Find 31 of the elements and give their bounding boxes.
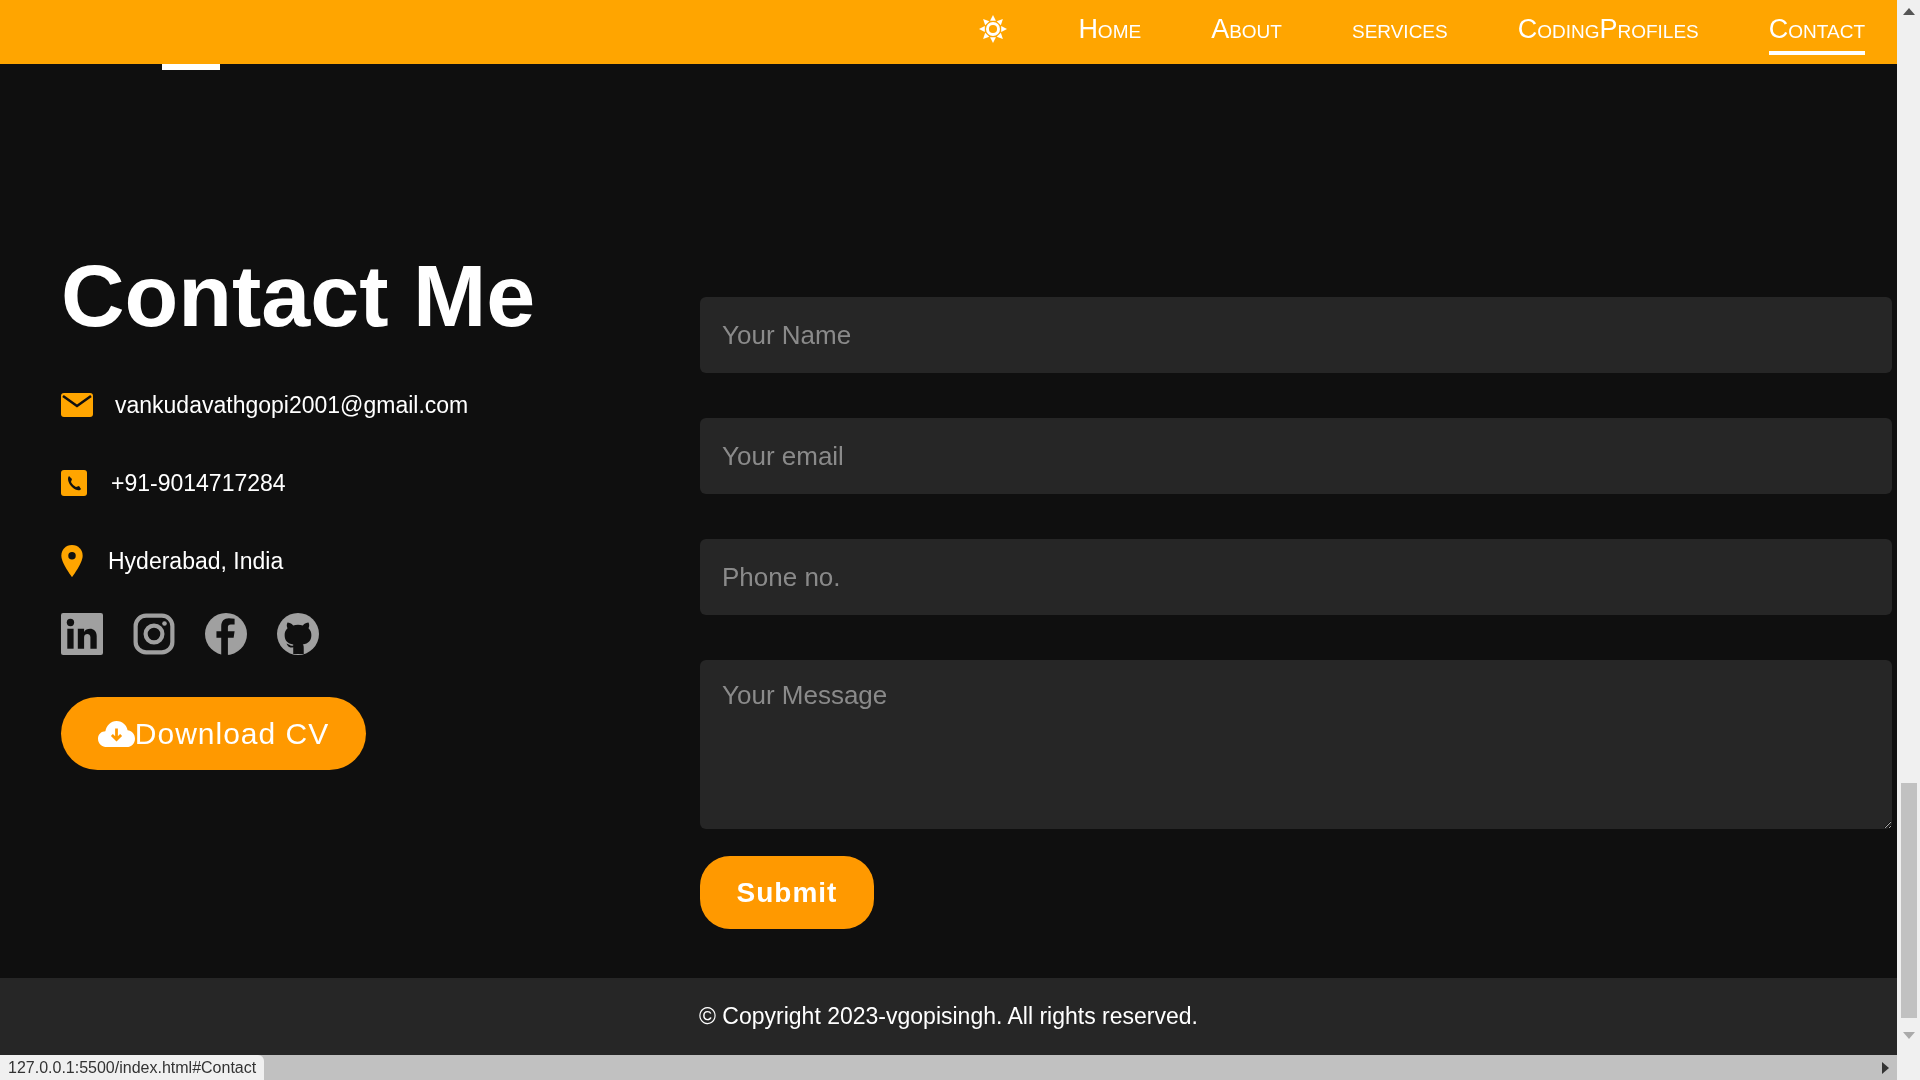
download-cv-button[interactable]: Download CV [61,697,366,770]
scroll-up-icon[interactable] [1902,8,1915,15]
page-title: Contact Me [61,252,536,340]
contact-detail: vankudavathgopi2001@gmail.com [115,391,469,419]
status-url: 127.0.0.1:5500/index.html#Contact [0,1055,265,1080]
nav-link[interactable]: CodingProfiles [1517,9,1699,55]
input-field[interactable]: Your email [700,418,1892,494]
message-field[interactable]: Your Message [700,660,1892,829]
vertical-scrollbar[interactable] [1897,0,1920,1080]
linkedin-icon[interactable] [61,613,103,655]
nav-link[interactable]: About [1211,9,1282,55]
location-pin-icon [61,545,83,577]
contact-detail: +91-9014717284 [111,469,286,497]
instagram-icon[interactable] [133,613,175,655]
input-field[interactable]: Your Name [700,297,1892,373]
contact-detail: Hyderabad, India [108,547,284,575]
scroll-right-icon[interactable] [1882,1062,1889,1074]
nav-link[interactable]: Contact [1768,9,1865,55]
submit-button[interactable]: Submit [700,856,874,929]
theme-toggle-icon[interactable] [979,15,1008,43]
phone-icon [61,470,87,496]
scrollbar-thumb[interactable] [1900,783,1917,1018]
input-field[interactable]: Phone no. [700,539,1892,615]
cloud-download-icon [97,720,135,747]
envelope-icon [61,393,93,417]
nav-link[interactable]: Home [1078,9,1142,55]
horizontal-scrollbar[interactable]: 127.0.0.1:5500/index.html#Contact [0,1055,1897,1080]
github-icon[interactable] [277,613,319,655]
facebook-icon[interactable] [205,613,247,655]
nav-link[interactable]: services [1351,9,1448,55]
copyright-text: © Copyright 2023-vgopisingh. All rights reserved. [699,1003,1198,1030]
